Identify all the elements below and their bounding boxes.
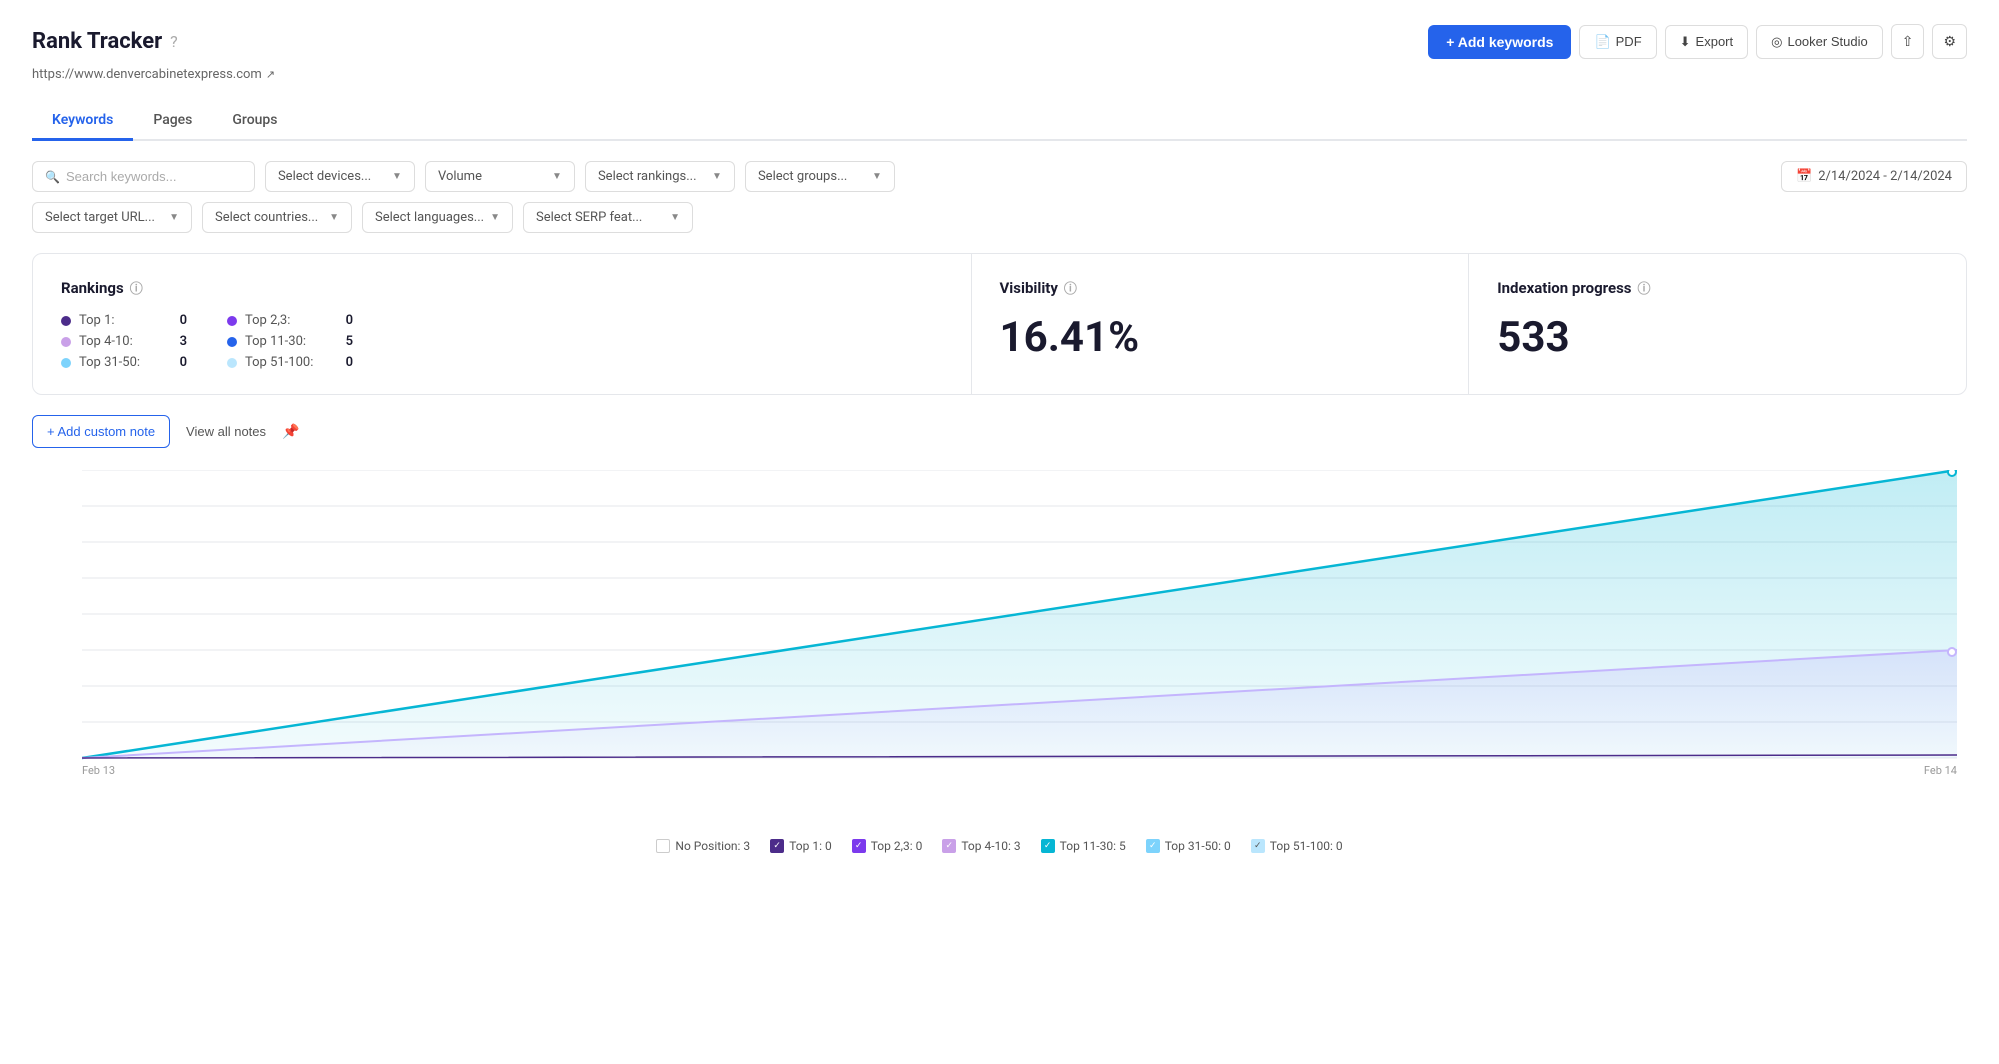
tab-keywords[interactable]: Keywords [32,102,133,141]
rankings-info-icon[interactable]: ⓘ [130,278,143,297]
no-position-checkbox[interactable] [656,839,670,853]
x-label-feb14: Feb 14 [1924,764,1957,777]
help-icon[interactable]: ? [170,32,178,51]
filters-row2: Select target URL... ▼ Select countries.… [32,202,1967,233]
search-keywords-input[interactable] [66,169,242,184]
pdf-icon: 📄 [1594,34,1610,50]
rankings-grid: Top 1: 0 Top 4-10: 3 Top 31-50: 0 [61,313,943,370]
legend-top31-50: ✓ Top 31-50: 0 [1146,839,1231,853]
pdf-button[interactable]: 📄 PDF [1579,25,1656,59]
header-left: Rank Tracker ? [32,29,178,54]
ranking-row-top31-50: Top 31-50: 0 [61,355,187,370]
pin-icon[interactable]: 📌 [282,424,299,440]
chevron-down-icon: ▼ [670,212,680,223]
select-target-url-dropdown[interactable]: Select target URL... ▼ [32,202,192,233]
tabs-container: Keywords Pages Groups [32,102,1967,141]
tab-pages[interactable]: Pages [133,102,212,141]
x-label-feb13: Feb 13 [82,764,115,777]
select-serp-features-dropdown[interactable]: Select SERP feat... ▼ [523,202,693,233]
visibility-title: Visibility ⓘ [1000,278,1441,297]
rankings-chart: 8 7 6 5 4 3 2 1 0 [82,470,1957,760]
tab-groups[interactable]: Groups [212,102,297,141]
chevron-down-icon: ▼ [169,212,179,223]
chevron-down-icon: ▼ [872,171,882,182]
top31-50-dot [61,358,71,368]
date-range-picker[interactable]: 📅 2/14/2024 - 2/14/2024 [1781,161,1967,192]
search-keywords-input-wrapper: 🔍 [32,161,255,192]
view-all-notes-button[interactable]: View all notes [186,424,266,439]
filters-row1: 🔍 Select devices... ▼ Volume ▼ Select ra… [32,161,1967,192]
top4-10-legend-checkbox[interactable]: ✓ [942,839,956,853]
indexation-info-icon[interactable]: ⓘ [1638,278,1651,297]
ranking-row-top51-100: Top 51-100: 0 [227,355,353,370]
legend-top4-10: ✓ Top 4-10: 3 [942,839,1020,853]
external-link-icon: ↗ [266,68,275,81]
site-url-link[interactable]: https://www.denvercabinetexpress.com [32,67,262,82]
page-title: Rank Tracker [32,29,162,54]
rankings-col-right: Top 2,3: 0 Top 11-30: 5 Top 51-100: 0 [227,313,353,370]
rankings-card: Rankings ⓘ Top 1: 0 Top 4-10: 3 [33,254,972,394]
chart-area: 8 7 6 5 4 3 2 1 0 [32,460,1967,827]
indexation-title: Indexation progress ⓘ [1497,278,1938,297]
top1-legend-checkbox[interactable]: ✓ [770,839,784,853]
top4-10-dot [61,337,71,347]
top1-dot [61,316,71,326]
ranking-row-top11-30: Top 11-30: 5 [227,334,353,349]
header-right: + Add keywords 📄 PDF ⬇ Export ◎ Looker S… [1428,24,1967,59]
top31-50-legend-checkbox[interactable]: ✓ [1146,839,1160,853]
looker-studio-button[interactable]: ◎ Looker Studio [1756,25,1883,59]
visibility-info-icon[interactable]: ⓘ [1064,278,1077,297]
rankings-col-left: Top 1: 0 Top 4-10: 3 Top 31-50: 0 [61,313,187,370]
chevron-down-icon: ▼ [329,212,339,223]
share-button[interactable]: ⇧ [1891,24,1925,59]
select-devices-dropdown[interactable]: Select devices... ▼ [265,161,415,192]
export-icon: ⬇ [1680,34,1691,50]
calendar-icon: 📅 [1796,169,1812,184]
ranking-row-top4-10: Top 4-10: 3 [61,334,187,349]
select-volume-dropdown[interactable]: Volume ▼ [425,161,575,192]
select-groups-dropdown[interactable]: Select groups... ▼ [745,161,895,192]
top11-30-legend-checkbox[interactable]: ✓ [1041,839,1055,853]
ranking-row-top2-3: Top 2,3: 0 [227,313,353,328]
legend-top11-30: ✓ Top 11-30: 5 [1041,839,1126,853]
stats-cards-row: Rankings ⓘ Top 1: 0 Top 4-10: 3 [32,253,1967,395]
looker-icon: ◎ [1771,34,1782,50]
site-url: https://www.denvercabinetexpress.com ↗ [32,67,1967,82]
ranking-row-top1: Top 1: 0 [61,313,187,328]
chevron-down-icon: ▼ [552,171,562,182]
indexation-card: Indexation progress ⓘ 533 [1469,254,1966,394]
chevron-down-icon: ▼ [712,171,722,182]
legend-no-position: No Position: 3 [656,839,750,853]
search-icon: 🔍 [45,170,60,184]
visibility-value: 16.41% [1000,313,1441,362]
add-custom-note-button[interactable]: + Add custom note [32,415,170,448]
top51-100-legend-checkbox[interactable]: ✓ [1251,839,1265,853]
select-rankings-dropdown[interactable]: Select rankings... ▼ [585,161,735,192]
chevron-down-icon: ▼ [490,212,500,223]
visibility-card: Visibility ⓘ 16.41% [972,254,1470,394]
top2-3-legend-checkbox[interactable]: ✓ [852,839,866,853]
legend-top1: ✓ Top 1: 0 [770,839,832,853]
notes-bar: + Add custom note View all notes 📌 [32,415,1967,448]
top51-100-dot [227,358,237,368]
top2-3-dot [227,316,237,326]
chart-legend: No Position: 3 ✓ Top 1: 0 ✓ Top 2,3: 0 ✓… [32,839,1967,853]
legend-top51-100: ✓ Top 51-100: 0 [1251,839,1343,853]
chevron-down-icon: ▼ [392,171,402,182]
legend-top2-3: ✓ Top 2,3: 0 [852,839,923,853]
indexation-value: 533 [1497,313,1938,362]
add-keywords-button[interactable]: + Add keywords [1428,25,1571,59]
select-countries-dropdown[interactable]: Select countries... ▼ [202,202,352,233]
export-button[interactable]: ⬇ Export [1665,25,1748,59]
chart-x-labels: Feb 13 Feb 14 [82,764,1957,777]
rankings-title: Rankings ⓘ [61,278,943,297]
select-languages-dropdown[interactable]: Select languages... ▼ [362,202,513,233]
top11-30-dot [227,337,237,347]
settings-button[interactable]: ⚙ [1932,24,1967,59]
